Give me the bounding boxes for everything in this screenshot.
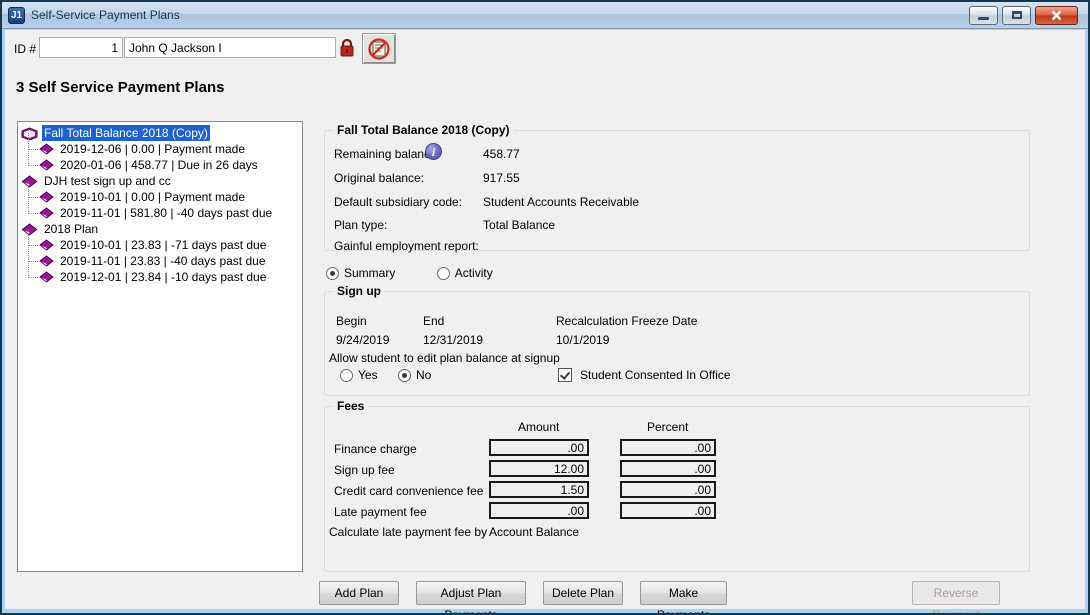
adjust-plan-payments-button[interactable]: Adjust Plan Payments	[416, 581, 526, 605]
late-payment-fee-label: Late payment fee	[334, 505, 427, 519]
info-icon[interactable]: i	[425, 143, 442, 160]
amount-column-header: Amount	[518, 420, 559, 434]
finance-charge-percent-input[interactable]	[620, 439, 716, 456]
id-input[interactable]	[39, 37, 123, 58]
minimize-icon	[978, 17, 989, 20]
radio-circle-icon	[326, 267, 339, 280]
yes-radio-label: Yes	[358, 368, 378, 382]
allow-edit-label: Allow student to edit plan balance at si…	[329, 351, 560, 365]
delete-plan-button[interactable]: Delete Plan	[543, 581, 623, 605]
student-consented-label: Student Consented In Office	[580, 368, 731, 382]
fees-title: Fees	[333, 399, 368, 413]
subsidiary-code-label: Default subsidiary code:	[334, 195, 462, 209]
tree-item-plan[interactable]: Fall Total Balance 2018 (Copy)	[18, 125, 302, 141]
cc-convenience-fee-label: Credit card convenience fee	[334, 484, 483, 498]
payment-plans-tree: Fall Total Balance 2018 (Copy) 2019-12-0…	[17, 121, 303, 572]
tree-item-payment[interactable]: 2019-11-01 | 581.80 | -40 days past due	[18, 205, 302, 221]
late-fee-calc-label: Calculate late payment fee by	[329, 525, 487, 539]
close-icon	[1051, 10, 1062, 21]
no-notes-button[interactable]	[362, 33, 396, 64]
original-balance-label: Original balance:	[334, 171, 424, 185]
summary-radio[interactable]: Summary	[326, 266, 395, 280]
book-icon	[39, 239, 54, 251]
book-icon	[39, 207, 54, 219]
remaining-balance-label: Remaining balance	[334, 147, 437, 161]
radio-circle-icon	[437, 267, 450, 280]
signup-fee-percent-input[interactable]	[620, 460, 716, 477]
checkbox-icon	[558, 368, 572, 382]
plan-details-title: Fall Total Balance 2018 (Copy)	[333, 123, 514, 137]
plan-type-label: Plan type:	[334, 218, 387, 232]
late-payment-fee-amount-input[interactable]	[489, 502, 589, 519]
subsidiary-code-value: Student Accounts Receivable	[483, 195, 639, 209]
tree-item-payment[interactable]: 2019-10-01 | 0.00 | Payment made	[18, 189, 302, 205]
signup-groupbox: Sign up Begin End Recalculation Freeze D…	[324, 291, 1030, 396]
yes-radio[interactable]: Yes	[340, 368, 378, 382]
end-value: 12/31/2019	[423, 333, 483, 347]
close-button[interactable]	[1035, 6, 1078, 25]
fees-groupbox: Fees Amount Percent Finance charge Sign …	[324, 406, 1030, 572]
app-logo-icon: J1	[8, 7, 25, 24]
begin-value: 9/24/2019	[336, 333, 389, 347]
book-icon	[39, 143, 54, 155]
activity-radio[interactable]: Activity	[437, 266, 493, 280]
tree-item-payment[interactable]: 2020-01-06 | 458.77 | Due in 26 days	[18, 157, 302, 173]
tree-item-payment[interactable]: 2019-12-06 | 0.00 | Payment made	[18, 141, 302, 157]
window-title: Self-Service Payment Plans	[31, 8, 180, 22]
add-plan-button[interactable]: Add Plan	[319, 581, 399, 605]
book-icon	[39, 159, 54, 171]
summary-radio-label: Summary	[344, 266, 395, 280]
signup-fee-label: Sign up fee	[334, 463, 395, 477]
minimize-button[interactable]	[969, 6, 998, 25]
tree-item-payment[interactable]: 2019-12-01 | 23.84 | -10 days past due	[18, 269, 302, 285]
activity-radio-label: Activity	[455, 266, 493, 280]
plan-details-groupbox: Fall Total Balance 2018 (Copy) Remaining…	[324, 130, 1030, 251]
begin-label: Begin	[336, 314, 367, 328]
page-title: 3 Self Service Payment Plans	[16, 79, 224, 96]
tree-item-plan[interactable]: DJH test sign up and cc	[18, 173, 302, 189]
cc-convenience-fee-amount-input[interactable]	[489, 481, 589, 498]
tree-item-payment[interactable]: 2019-11-01 | 23.83 | -40 days past due	[18, 253, 302, 269]
remaining-balance-value: 458.77	[483, 147, 520, 161]
radio-circle-icon	[398, 369, 411, 382]
signup-title: Sign up	[333, 284, 385, 298]
freeze-date-value: 10/1/2019	[556, 333, 609, 347]
reverse-payment-button: Reverse Payment	[912, 581, 1000, 605]
gainful-employment-label: Gainful employment report:	[334, 239, 479, 253]
no-notes-icon	[367, 37, 391, 61]
finance-charge-amount-input[interactable]	[489, 439, 589, 456]
radio-circle-icon	[340, 369, 353, 382]
freeze-date-label: Recalculation Freeze Date	[556, 314, 697, 328]
finance-charge-label: Finance charge	[334, 442, 417, 456]
no-radio-label: No	[416, 368, 431, 382]
no-radio[interactable]: No	[398, 368, 431, 382]
titlebar: J1 Self-Service Payment Plans	[2, 2, 1088, 29]
maximize-button[interactable]	[1002, 6, 1031, 25]
student-name-input[interactable]	[124, 37, 336, 58]
id-label: ID #	[14, 42, 36, 56]
maximize-icon	[1012, 11, 1022, 19]
book-icon	[39, 271, 54, 283]
late-fee-calc-value: Account Balance	[489, 525, 579, 539]
signup-fee-amount-input[interactable]	[489, 460, 589, 477]
plan-type-value: Total Balance	[483, 218, 555, 232]
tree-item-plan[interactable]: 2018 Plan	[18, 221, 302, 237]
make-payments-button[interactable]: Make Payments	[640, 581, 727, 605]
app-window: J1 Self-Service Payment Plans ID #	[0, 0, 1090, 615]
percent-column-header: Percent	[647, 420, 688, 434]
book-icon	[39, 191, 54, 203]
cc-convenience-fee-percent-input[interactable]	[620, 481, 716, 498]
original-balance-value: 917.55	[483, 171, 520, 185]
student-consented-checkbox[interactable]: Student Consented In Office	[558, 368, 731, 382]
book-icon	[39, 255, 54, 267]
tree-item-payment[interactable]: 2019-10-01 | 23.83 | -71 days past due	[18, 237, 302, 253]
late-payment-fee-percent-input[interactable]	[620, 502, 716, 519]
lock-icon	[339, 38, 355, 58]
end-label: End	[423, 314, 444, 328]
